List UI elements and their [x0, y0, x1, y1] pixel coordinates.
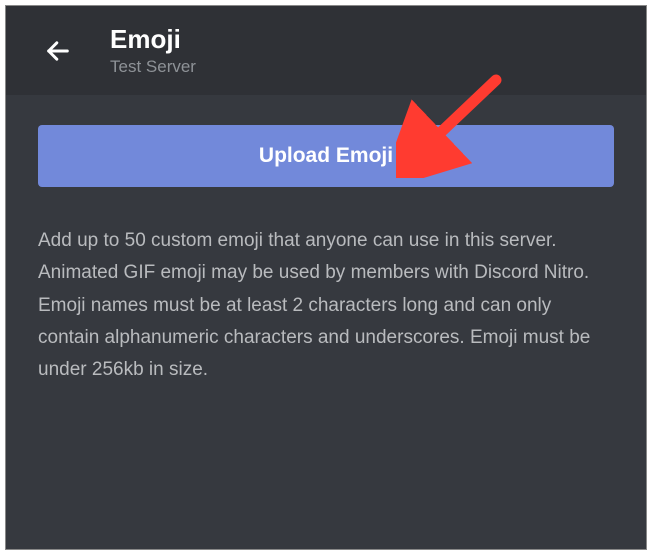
page-title: Emoji — [110, 24, 196, 55]
arrow-left-icon — [44, 37, 72, 65]
upload-button-label: Upload Emoji — [259, 144, 393, 168]
server-name: Test Server — [110, 57, 196, 77]
content-area: Upload Emoji Add up to 50 custom emoji t… — [6, 95, 646, 386]
emoji-settings-screen: Emoji Test Server Upload Emoji Add up to… — [5, 5, 647, 550]
header-text-block: Emoji Test Server — [110, 24, 196, 77]
emoji-upload-description: Add up to 50 custom emoji that anyone ca… — [38, 225, 614, 386]
upload-emoji-button[interactable]: Upload Emoji — [38, 125, 614, 187]
header: Emoji Test Server — [6, 6, 646, 95]
back-button[interactable] — [44, 37, 72, 65]
